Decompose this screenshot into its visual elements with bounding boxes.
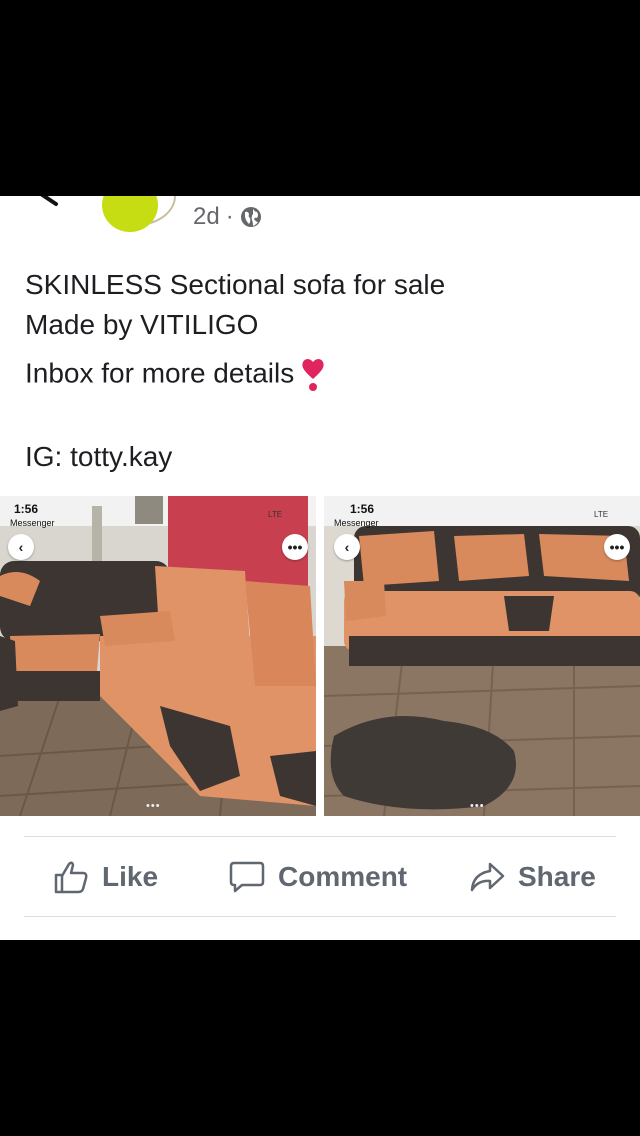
photo-sectional-left[interactable]: 1:56 Messenger LTE ‹ ••• ••• bbox=[0, 496, 316, 816]
thumbs-up-icon bbox=[54, 861, 88, 894]
meta-separator: · bbox=[225, 203, 234, 230]
status-time-left: 1:56 bbox=[14, 502, 39, 516]
post-text-line-2: Made by VITILIGO bbox=[25, 309, 259, 340]
post-text-line-4: IG: totty.kay bbox=[25, 441, 173, 472]
heart-exclamation-icon bbox=[302, 359, 324, 391]
comment-icon bbox=[229, 861, 265, 893]
photo-sectional-right[interactable]: 1:56 Messenger LTE ‹ ••• ••• bbox=[324, 496, 640, 816]
post-meta: 2d · bbox=[193, 203, 262, 231]
post-card: 2d · SKINLESS Sectional sofa for sale Ma… bbox=[0, 196, 640, 940]
share-arrow-icon bbox=[470, 862, 505, 892]
like-label: Like bbox=[102, 861, 159, 892]
page-dots-right: ••• bbox=[470, 800, 485, 812]
back-arrow-icon[interactable] bbox=[34, 196, 60, 208]
globe-icon bbox=[240, 207, 261, 227]
back-label-right: Messenger bbox=[334, 518, 379, 528]
post-text-line-1: SKINLESS Sectional sofa for sale bbox=[25, 269, 446, 300]
share-label: Share bbox=[518, 861, 596, 892]
back-chevron-icon-right[interactable]: ‹ bbox=[334, 534, 360, 560]
back-chevron-icon-left[interactable]: ‹ bbox=[8, 534, 34, 560]
share-button[interactable]: Share bbox=[468, 858, 596, 896]
more-icon-left[interactable]: ••• bbox=[282, 534, 308, 560]
post-text-line-3-text: Inbox for more details bbox=[25, 357, 295, 389]
sofa-photo-right-image bbox=[324, 496, 640, 816]
network-label-left: LTE bbox=[268, 510, 283, 519]
avatar[interactable] bbox=[102, 196, 158, 232]
post-text-line-3: Inbox for more details bbox=[25, 357, 326, 393]
page-dots-left: ••• bbox=[146, 800, 161, 812]
action-bar: Like Comment Share bbox=[0, 836, 640, 916]
network-label-right: LTE bbox=[594, 510, 609, 519]
sofa-photo-left-image bbox=[0, 496, 316, 816]
status-time-right: 1:56 bbox=[350, 502, 375, 516]
more-icon-right[interactable]: ••• bbox=[604, 534, 630, 560]
like-button[interactable]: Like bbox=[52, 858, 158, 896]
post-time[interactable]: 2d bbox=[193, 203, 220, 231]
comment-button[interactable]: Comment bbox=[228, 858, 407, 896]
back-label-left: Messenger bbox=[10, 518, 55, 528]
divider-bottom bbox=[24, 916, 616, 917]
comment-label: Comment bbox=[278, 861, 408, 892]
